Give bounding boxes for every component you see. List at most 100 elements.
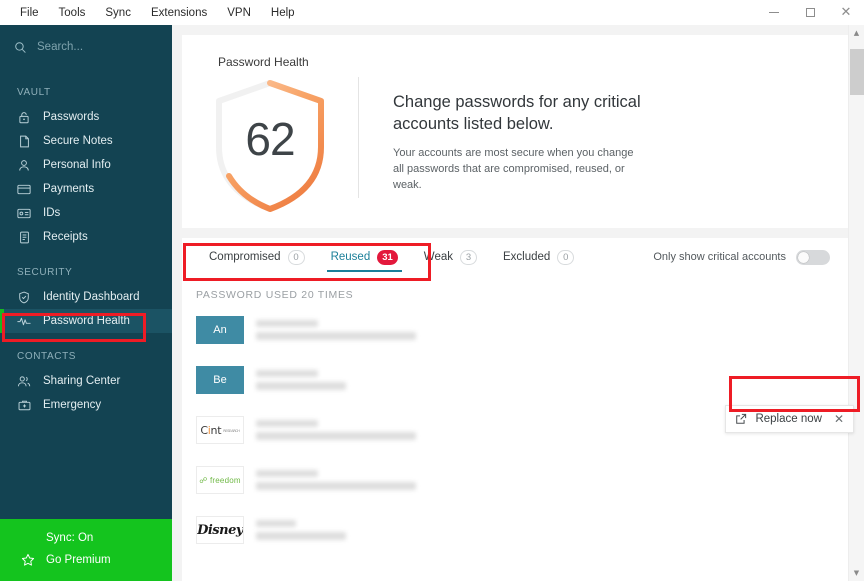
tab-label: Weak	[423, 251, 453, 263]
health-headline: Change passwords for any critical accoun…	[393, 93, 641, 133]
list-group-header: PASSWORD USED 20 TIMES	[196, 289, 354, 301]
sidebar-item-receipts[interactable]: Receipts	[0, 225, 172, 249]
sidebar-item-label: Personal Info	[43, 159, 111, 171]
menu-item-extensions[interactable]: Extensions	[141, 2, 217, 24]
account-name-redacted	[256, 320, 318, 327]
sidebar-item-secure-notes[interactable]: Secure Notes	[0, 129, 172, 153]
tab-count-badge: 3	[460, 249, 477, 265]
id-card-icon	[17, 206, 31, 220]
go-premium-button[interactable]: Go Premium	[0, 549, 172, 571]
toggle-knob	[798, 251, 809, 263]
sidebar-item-label: Payments	[43, 183, 95, 195]
tab-reused[interactable]: Reused 31	[318, 238, 411, 276]
replace-now-popover[interactable]: Replace now ✕	[725, 405, 854, 433]
sidebar-section-vault-label: VAULT	[17, 87, 51, 98]
sync-status-label: Sync: On	[46, 532, 94, 544]
lock-icon	[17, 110, 31, 124]
sidebar-item-label: IDs	[43, 207, 61, 219]
tabs-list: Compromised 0 Reused 31 Weak 3 Excluded …	[182, 238, 587, 276]
menu-item-tools[interactable]: Tools	[49, 2, 96, 24]
tab-count-badge: 0	[287, 249, 305, 265]
sidebar-item-ids[interactable]: IDs	[0, 201, 172, 225]
health-subtext: Your accounts are most secure when you c…	[393, 147, 634, 191]
critical-accounts-toggle[interactable]	[796, 249, 830, 265]
sidebar-item-label: Passwords	[43, 111, 100, 123]
pulse-icon	[17, 314, 31, 328]
vertical-scrollbar[interactable]: ▲ ▼	[848, 25, 864, 581]
main-content: Password Health 62 Change passwords for …	[172, 25, 864, 581]
sidebar-item-label: Sharing Center	[43, 375, 121, 387]
menu-item-sync[interactable]: Sync	[95, 2, 141, 24]
freedom-logo-icon: ☍ freedom	[199, 475, 241, 485]
account-logo-text: Be	[213, 374, 227, 386]
scrollbar-track[interactable]	[849, 41, 864, 565]
sync-status-row[interactable]: Sync: On	[0, 527, 172, 549]
tab-count-badge: 0	[557, 249, 575, 265]
share-people-icon	[17, 374, 31, 388]
account-name-redacted	[256, 520, 296, 527]
menu-item-help[interactable]: Help	[261, 2, 305, 24]
account-logo-text: An	[213, 324, 227, 336]
minimize-icon	[769, 12, 779, 13]
note-icon	[17, 134, 31, 148]
menu-item-file[interactable]: File	[10, 2, 49, 24]
account-email-redacted	[256, 332, 416, 340]
account-name-redacted	[256, 470, 318, 477]
account-logo: Cint RESEARCH	[196, 416, 244, 444]
list-item[interactable]: Disney	[182, 505, 848, 555]
account-email-redacted	[256, 382, 346, 390]
account-logo: An	[196, 316, 244, 344]
tab-weak[interactable]: Weak 3	[411, 238, 490, 276]
sidebar-item-label: Emergency	[43, 399, 102, 411]
go-premium-label: Go Premium	[46, 554, 111, 566]
credit-card-icon	[17, 182, 31, 196]
account-logo: Disney	[196, 516, 244, 544]
account-email-redacted	[256, 432, 416, 440]
close-icon[interactable]: ✕	[834, 412, 844, 426]
search-input[interactable]	[37, 41, 147, 53]
health-score-gauge: 62	[182, 47, 358, 228]
disney-logo-icon: Disney	[197, 522, 243, 538]
sidebar-item-sharing-center[interactable]: Sharing Center	[0, 369, 172, 393]
sidebar-section-security-label: SECURITY	[17, 267, 73, 278]
list-item[interactable]: ☍ freedom	[182, 455, 848, 505]
account-text	[256, 320, 416, 340]
sidebar-item-identity-dashboard[interactable]: Identity Dashboard	[0, 285, 172, 309]
sidebar-promo-panel: Sync: On Go Premium	[0, 519, 172, 581]
sidebar-item-passwords[interactable]: Passwords	[0, 105, 172, 129]
window-controls: ✕	[756, 0, 864, 25]
sidebar-section-contacts-label: CONTACTS	[17, 351, 77, 362]
sidebar-item-payments[interactable]: Payments	[0, 177, 172, 201]
sidebar: VAULT Passwords Secure Notes	[0, 25, 172, 581]
tabs-right-controls: Only show critical accounts	[653, 238, 848, 276]
sidebar-item-emergency[interactable]: Emergency	[0, 393, 172, 417]
external-link-icon	[735, 413, 747, 425]
sidebar-item-label: Password Health	[43, 315, 130, 327]
scroll-down-button[interactable]: ▼	[849, 565, 864, 581]
person-icon	[17, 158, 31, 172]
tab-label: Excluded	[503, 251, 551, 263]
briefcase-icon	[17, 398, 31, 412]
tab-compromised[interactable]: Compromised 0	[196, 238, 318, 276]
maximize-button[interactable]	[792, 0, 828, 25]
receipt-icon	[17, 230, 31, 244]
list-item[interactable]: Be	[182, 355, 848, 405]
list-item[interactable]: An	[182, 305, 848, 355]
sidebar-item-password-health[interactable]: Password Health	[0, 309, 172, 333]
account-text	[256, 520, 346, 540]
menu-item-vpn[interactable]: VPN	[217, 2, 261, 24]
sidebar-item-personal-info[interactable]: Personal Info	[0, 153, 172, 177]
search-row[interactable]	[0, 25, 172, 69]
menu-bar: File Tools Sync Extensions VPN Help	[0, 2, 305, 24]
account-text	[256, 370, 346, 390]
title-bar: File Tools Sync Extensions VPN Help ✕	[0, 0, 864, 25]
critical-accounts-toggle-label: Only show critical accounts	[653, 251, 786, 263]
health-score-value: 62	[245, 112, 295, 165]
minimize-button[interactable]	[756, 0, 792, 25]
scroll-up-button[interactable]: ▲	[849, 25, 864, 41]
close-button[interactable]: ✕	[828, 0, 864, 25]
tab-excluded[interactable]: Excluded 0	[490, 238, 587, 276]
scrollbar-thumb[interactable]	[849, 49, 864, 95]
sidebar-item-label: Secure Notes	[43, 135, 113, 147]
